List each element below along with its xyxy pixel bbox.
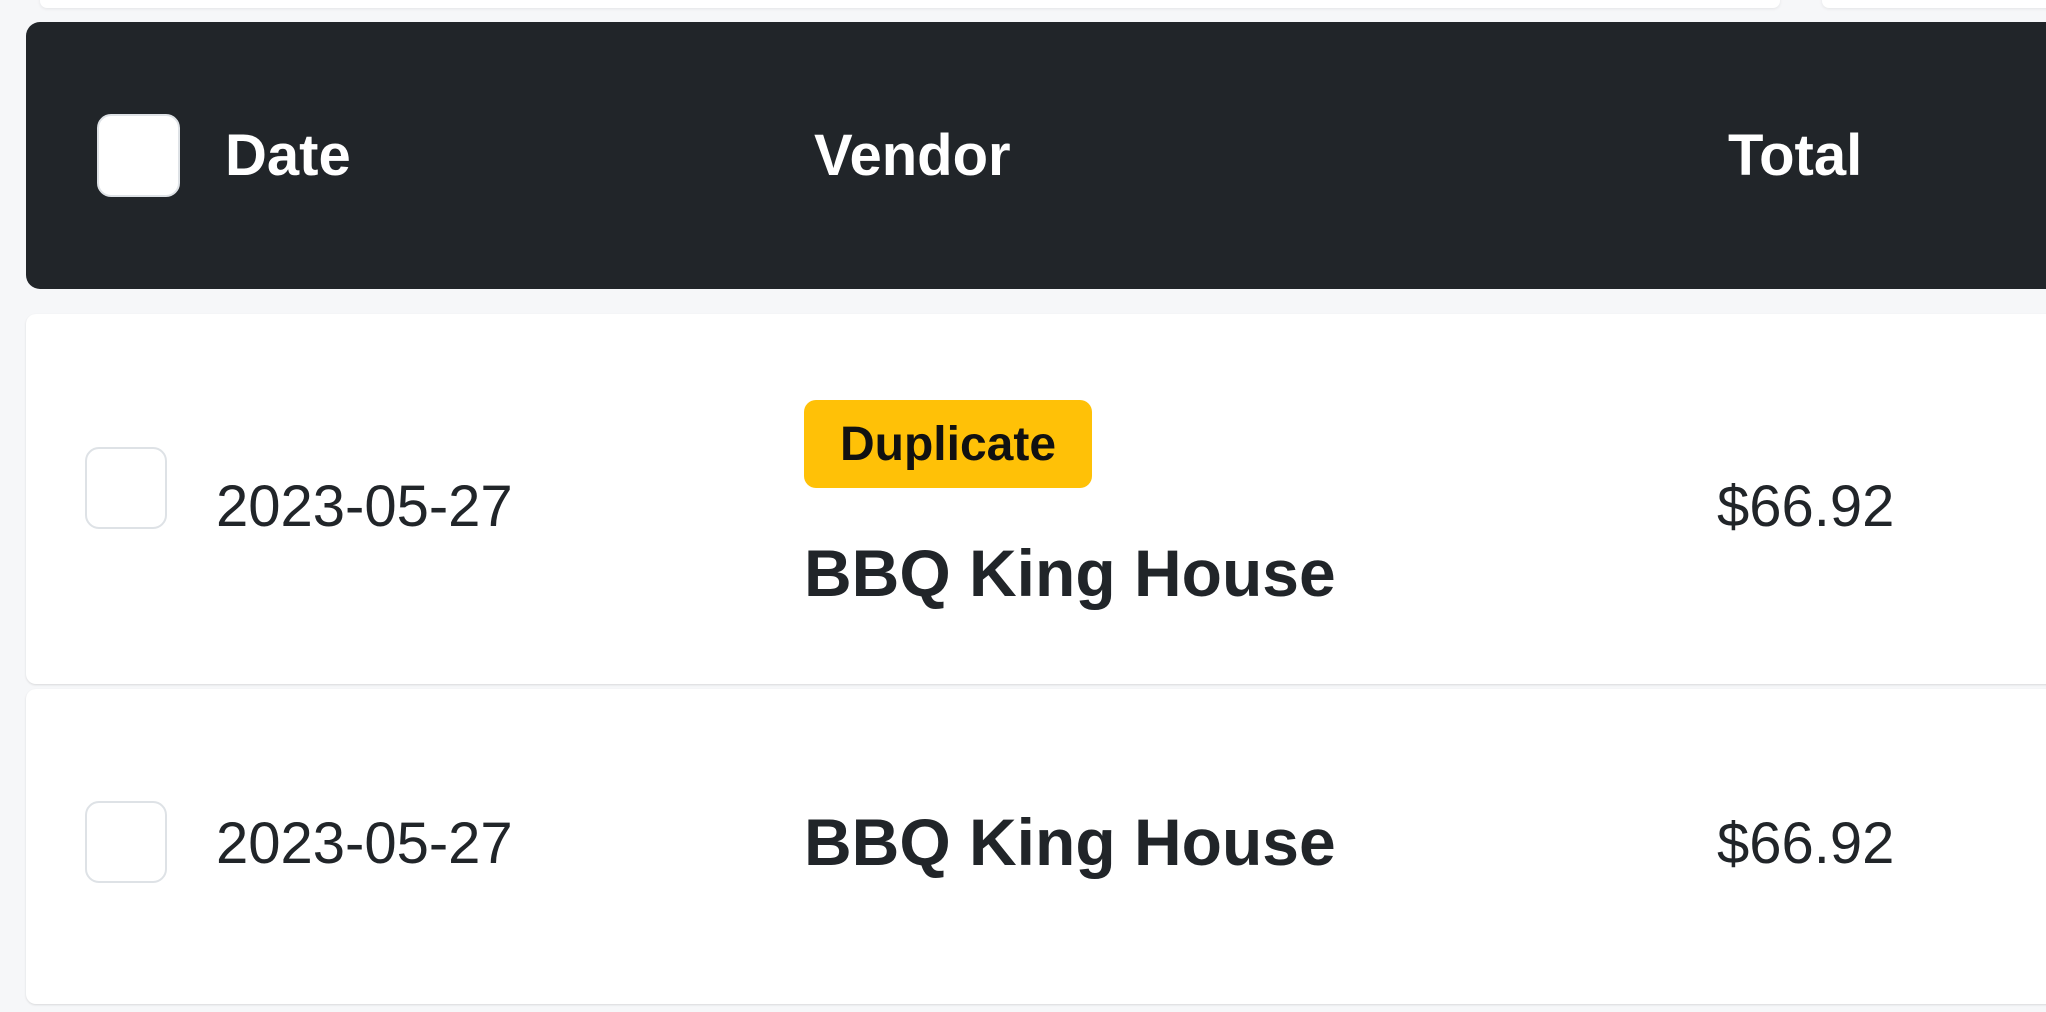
row-total: $66.92 [1717, 474, 1895, 539]
table-row[interactable]: 2023-05-27 BBQ King House $66.92 [26, 689, 2046, 1004]
table-header: Date Vendor Total [26, 22, 2046, 289]
total-column-header[interactable]: Total [1728, 22, 1862, 289]
date-column-header[interactable]: Date [225, 22, 351, 289]
top-strip [0, 0, 2046, 14]
select-all-checkbox[interactable] [97, 114, 180, 197]
vendor-column-header[interactable]: Vendor [814, 22, 1011, 289]
table-row[interactable]: 2023-05-27 Duplicate BBQ King House $66.… [26, 314, 2046, 684]
row-date: 2023-05-27 [216, 811, 513, 876]
receipts-table: Date Vendor Total 2023-05-27 Duplicate B… [26, 22, 2046, 1004]
row-total: $66.92 [1717, 811, 1895, 876]
row-checkbox[interactable] [85, 801, 167, 883]
row-date: 2023-05-27 [216, 474, 513, 539]
previous-panel-edge-right [1822, 0, 2046, 8]
previous-panel-edge [40, 0, 1780, 8]
row-checkbox[interactable] [85, 447, 167, 529]
row-vendor: BBQ King House [804, 805, 1336, 879]
duplicate-badge: Duplicate [804, 400, 1093, 488]
row-vendor: BBQ King House [804, 536, 1336, 610]
